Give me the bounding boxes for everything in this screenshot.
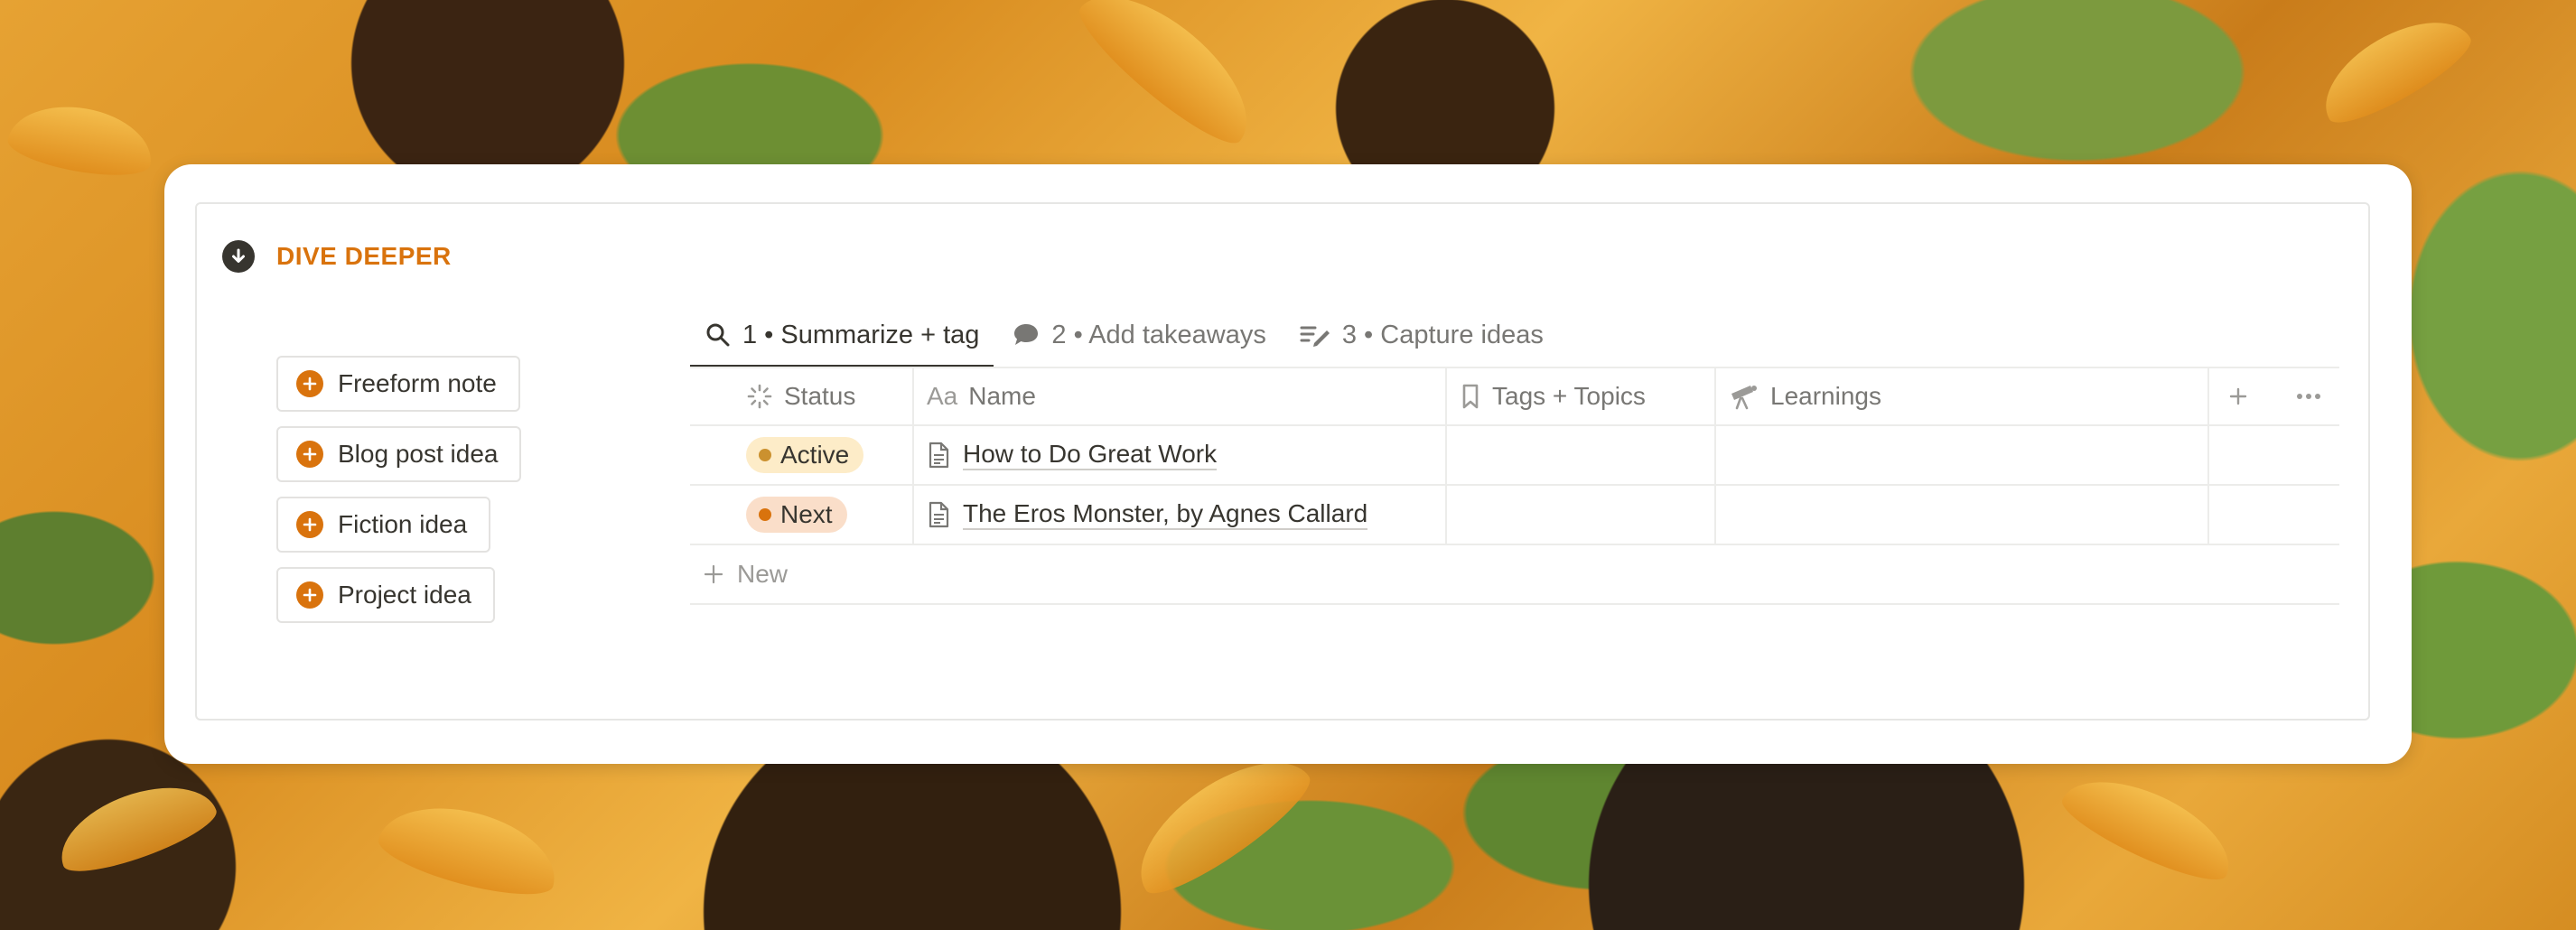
learnings-cell[interactable] bbox=[1716, 426, 2209, 484]
page-icon bbox=[927, 442, 950, 469]
telescope-icon bbox=[1729, 383, 1759, 410]
add-column-icon[interactable] bbox=[2227, 386, 2249, 407]
tags-cell[interactable] bbox=[1447, 426, 1716, 484]
database-table: Status Aa Name Tags + Topics Learnings A… bbox=[690, 367, 2339, 605]
button-label: Freeform note bbox=[338, 369, 497, 397]
tab-label: 3 • Capture ideas bbox=[1341, 320, 1544, 349]
column-header-status[interactable]: Status bbox=[690, 368, 914, 424]
column-header-learnings[interactable]: Learnings bbox=[1716, 368, 2209, 424]
background-petal bbox=[1067, 0, 1273, 158]
learnings-cell[interactable] bbox=[1716, 486, 2209, 544]
status-dot bbox=[759, 449, 771, 461]
column-label: Learnings bbox=[1770, 382, 1881, 410]
table-row[interactable]: Next The Eros Monster, by Agnes Callard bbox=[690, 486, 2339, 545]
new-label: New bbox=[737, 560, 789, 588]
button-label: Fiction idea bbox=[338, 510, 468, 538]
background-petal bbox=[48, 768, 223, 884]
plus-circle-icon bbox=[296, 511, 323, 538]
edit-list-icon bbox=[1299, 321, 1331, 349]
template-buttons: Freeform note Blog post idea Fiction ide… bbox=[276, 356, 522, 623]
status-dot bbox=[759, 508, 771, 521]
page-icon bbox=[927, 501, 950, 528]
tab-summarize-tag[interactable]: 1 • Summarize + tag bbox=[690, 303, 994, 368]
database-view-tabs: 1 • Summarize + tag 2 • Add takeaways 3 … bbox=[690, 303, 1558, 368]
search-icon bbox=[705, 321, 732, 349]
text-aa-icon: Aa bbox=[927, 382, 958, 410]
plus-circle-icon bbox=[296, 370, 323, 397]
template-card: DIVE DEEPER Freeform note Blog post idea… bbox=[164, 164, 2412, 764]
button-label: Project idea bbox=[338, 581, 471, 609]
empty-cell bbox=[2209, 486, 2339, 544]
status-spinner-icon bbox=[746, 383, 773, 410]
status-label: Active bbox=[780, 441, 850, 469]
background-petal bbox=[2307, 0, 2480, 136]
bookmark-icon bbox=[1460, 383, 1481, 410]
column-label: Tags + Topics bbox=[1492, 382, 1646, 410]
table-header-row: Status Aa Name Tags + Topics Learnings bbox=[690, 367, 2339, 426]
background-petal bbox=[5, 96, 158, 184]
page-title-link[interactable]: How to Do Great Work bbox=[963, 440, 1218, 471]
new-row-button[interactable]: New bbox=[690, 545, 2339, 605]
more-options-icon[interactable] bbox=[2296, 393, 2321, 400]
arrow-down-circle-icon bbox=[222, 240, 255, 273]
button-label: Blog post idea bbox=[338, 440, 499, 468]
project-idea-button[interactable]: Project idea bbox=[276, 567, 495, 623]
tags-cell[interactable] bbox=[1447, 486, 1716, 544]
status-badge: Active bbox=[746, 437, 864, 473]
fiction-idea-button[interactable]: Fiction idea bbox=[276, 497, 491, 553]
freeform-note-button[interactable]: Freeform note bbox=[276, 356, 520, 412]
column-header-tags-topics[interactable]: Tags + Topics bbox=[1447, 368, 1716, 424]
tab-capture-ideas[interactable]: 3 • Capture ideas bbox=[1284, 303, 1558, 367]
status-badge: Next bbox=[746, 497, 847, 533]
table-row[interactable]: Active How to Do Great Work bbox=[690, 426, 2339, 486]
plus-icon bbox=[703, 563, 724, 585]
status-cell[interactable]: Next bbox=[690, 486, 914, 544]
plus-circle-icon bbox=[296, 581, 323, 609]
column-label: Name bbox=[968, 382, 1036, 410]
background-petal bbox=[2054, 759, 2245, 893]
plus-circle-icon bbox=[296, 441, 323, 468]
section-title: DIVE DEEPER bbox=[276, 242, 452, 270]
column-header-name[interactable]: Aa Name bbox=[914, 368, 1447, 424]
tab-label: 1 • Summarize + tag bbox=[742, 320, 980, 349]
name-cell[interactable]: How to Do Great Work bbox=[914, 426, 1447, 484]
background-petal bbox=[373, 790, 566, 907]
blog-post-idea-button[interactable]: Blog post idea bbox=[276, 426, 522, 482]
page-title-link[interactable]: The Eros Monster, by Agnes Callard bbox=[963, 499, 1368, 531]
speech-bubble-icon bbox=[1012, 321, 1041, 349]
section-header: DIVE DEEPER bbox=[222, 237, 452, 276]
tab-add-takeaways[interactable]: 2 • Add takeaways bbox=[997, 303, 1280, 367]
status-cell[interactable]: Active bbox=[690, 426, 914, 484]
status-label: Next bbox=[780, 500, 833, 528]
callout-block: DIVE DEEPER Freeform note Blog post idea… bbox=[195, 202, 2370, 721]
name-cell[interactable]: The Eros Monster, by Agnes Callard bbox=[914, 486, 1447, 544]
empty-cell bbox=[2209, 426, 2339, 484]
column-label: Status bbox=[784, 382, 856, 410]
tab-label: 2 • Add takeaways bbox=[1051, 320, 1266, 349]
column-actions bbox=[2209, 368, 2339, 424]
